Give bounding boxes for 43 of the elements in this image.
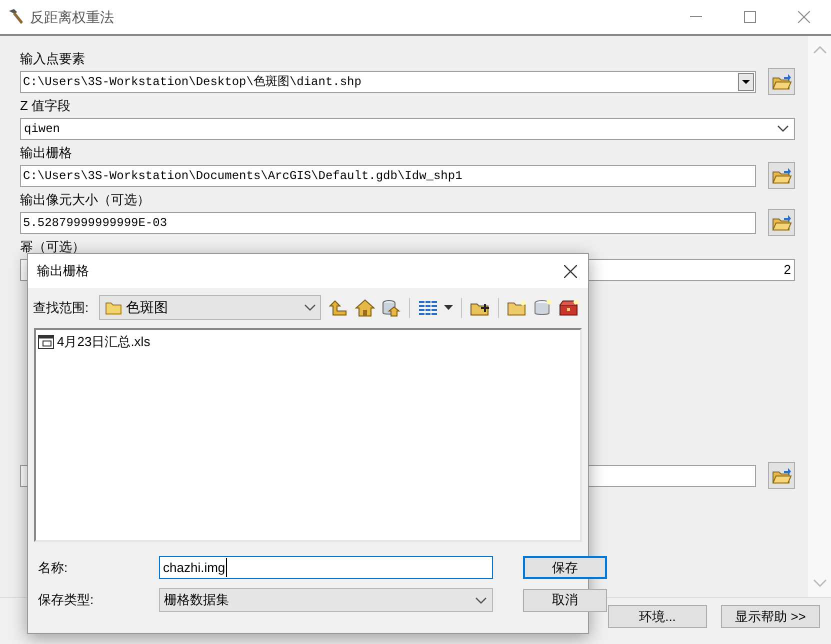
browse-button[interactable] bbox=[768, 462, 795, 489]
folder-icon[interactable] bbox=[507, 298, 527, 316]
close-button[interactable] bbox=[562, 263, 578, 279]
database-home-icon[interactable] bbox=[381, 298, 401, 316]
look-in-dropdown[interactable]: 色斑图 bbox=[99, 295, 321, 320]
minimize-icon[interactable] bbox=[690, 16, 702, 18]
browse-button[interactable] bbox=[768, 209, 795, 236]
input-field[interactable]: 5.52879999999999E-03 bbox=[20, 212, 756, 234]
dropdown-field[interactable]: qiwen bbox=[20, 118, 795, 140]
field-label: 输入点要素 bbox=[20, 51, 85, 67]
field-label: 输出栅格 bbox=[20, 145, 72, 161]
toolbox-icon[interactable] bbox=[559, 298, 579, 316]
file-item[interactable]: 4月23日汇总.xls bbox=[38, 333, 152, 351]
dialog-button[interactable]: 显示帮助 >> bbox=[721, 605, 820, 628]
dialog-button[interactable]: 取消 bbox=[523, 588, 607, 612]
browse-button[interactable] bbox=[768, 68, 795, 95]
window-title: 反距离权重法 bbox=[30, 8, 114, 26]
dialog-title: 输出栅格 bbox=[37, 262, 89, 280]
dialog-button[interactable]: 环境... bbox=[608, 605, 707, 628]
browse-button[interactable] bbox=[768, 162, 795, 189]
chevron-down-icon bbox=[304, 304, 316, 311]
field-label: Z 值字段 bbox=[20, 98, 71, 114]
database-icon[interactable] bbox=[533, 298, 553, 316]
folder-icon bbox=[105, 300, 122, 314]
home-icon[interactable] bbox=[355, 298, 375, 316]
input-field[interactable]: chazhi.img bbox=[159, 556, 493, 579]
field-label: 名称: bbox=[38, 558, 69, 577]
close-icon[interactable] bbox=[798, 11, 810, 23]
dropdown-field[interactable]: C:\Users\3S-Workstation\Desktop\色斑图\diant.shp bbox=[20, 70, 756, 92]
caret-icon[interactable] bbox=[444, 305, 453, 310]
table-file-icon bbox=[38, 335, 54, 349]
chevron-down-icon bbox=[777, 125, 789, 132]
chevron-down-icon bbox=[475, 596, 487, 604]
field-label: 查找范围: bbox=[33, 298, 90, 317]
up-arrow-icon[interactable] bbox=[329, 298, 349, 316]
dropdown-field[interactable]: 栅格数据集 bbox=[159, 588, 493, 612]
maximize-icon[interactable] bbox=[744, 11, 756, 23]
dialog-button[interactable]: 保存 bbox=[523, 556, 607, 579]
list-view-icon[interactable] bbox=[418, 300, 438, 316]
field-label: 输出像元大小（可选） bbox=[20, 192, 150, 208]
input-field[interactable]: C:\Users\3S-Workstation\Documents\ArcGIS\Default.gdb\Idw_shp1 bbox=[20, 164, 756, 186]
field-label: 幂（可选） bbox=[20, 239, 85, 255]
field-label: 保存类型: bbox=[38, 591, 95, 610]
